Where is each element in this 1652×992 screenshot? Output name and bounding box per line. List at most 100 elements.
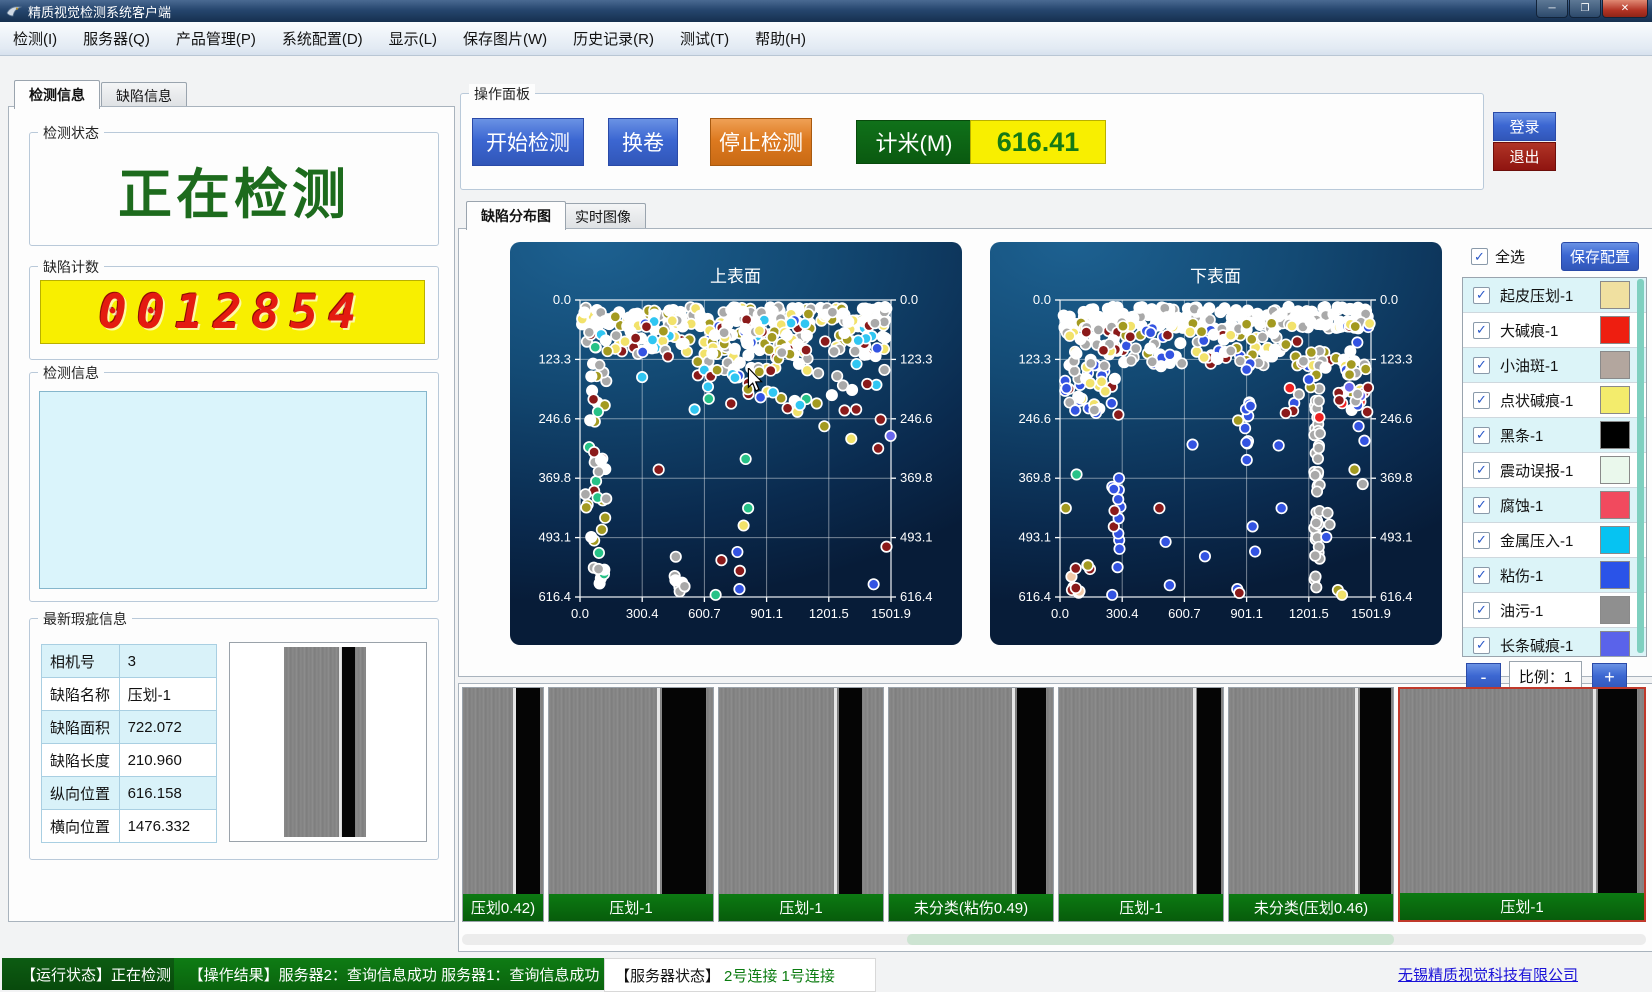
legend-color-swatch[interactable] xyxy=(1600,596,1630,624)
legend-item[interactable]: ✓黑条-1 xyxy=(1463,418,1646,453)
close-button[interactable]: ✕ xyxy=(1602,0,1648,18)
thumbnail-label: 压划-1 xyxy=(1059,894,1223,921)
legend-color-swatch[interactable] xyxy=(1600,316,1630,344)
svg-text:369.8: 369.8 xyxy=(1380,470,1413,485)
legend-checkbox[interactable]: ✓ xyxy=(1473,427,1490,444)
tab-live-image[interactable]: 实时图像 xyxy=(560,203,646,230)
thumbnail-label: 压划0.42) xyxy=(463,894,543,921)
legend-checkbox[interactable]: ✓ xyxy=(1473,567,1490,584)
menu-item[interactable]: 历史记录(R) xyxy=(560,22,667,55)
legend-color-swatch[interactable] xyxy=(1600,456,1630,484)
menu-item[interactable]: 检测(I) xyxy=(0,22,70,55)
legend-checkbox[interactable]: ✓ xyxy=(1473,532,1490,549)
menu-item[interactable]: 保存图片(W) xyxy=(450,22,560,55)
svg-text:1501.9: 1501.9 xyxy=(1351,606,1391,621)
thumbnail-black-band xyxy=(1360,688,1391,894)
legend-item[interactable]: ✓ 大碱痕-1 xyxy=(1463,313,1646,348)
defect-white-line xyxy=(339,647,342,837)
legend-item[interactable]: ✓起皮压划-1 xyxy=(1463,278,1646,313)
meter-value: 616.41 xyxy=(970,120,1106,164)
legend-item[interactable]: ✓长条碱痕-1 xyxy=(1463,628,1646,657)
defect-thumbnail[interactable]: 未分类(压划0.46) xyxy=(1228,687,1394,922)
defect-thumbnail[interactable]: 压划0.42) xyxy=(462,687,544,922)
legend-color-swatch[interactable] xyxy=(1600,491,1630,519)
minimize-button[interactable]: ─ xyxy=(1536,0,1568,18)
legend-color-swatch[interactable] xyxy=(1600,631,1630,657)
stop-detect-button[interactable]: 停止检测 xyxy=(710,118,812,166)
legend-checkbox[interactable]: ✓ xyxy=(1473,392,1490,409)
thumbnail-image xyxy=(889,688,1053,894)
thumbnail-white-line xyxy=(513,688,516,894)
menu-item[interactable]: 测试(T) xyxy=(667,22,742,55)
status-run: 【运行状态】正在检测 xyxy=(2,958,190,990)
svg-text:0.0: 0.0 xyxy=(1033,292,1051,307)
defect-count-display: 0012854 xyxy=(40,280,425,344)
chart-title: 下表面 xyxy=(1190,267,1241,286)
legend-item[interactable]: ✓油污-1 xyxy=(1463,593,1646,628)
legend-checkbox[interactable]: ✓ xyxy=(1473,497,1490,514)
legend-item[interactable]: ✓震动误报-1 xyxy=(1463,453,1646,488)
legend-checkbox[interactable]: ✓ xyxy=(1473,322,1490,339)
status-server-value: 2号连接 1号连接 xyxy=(724,965,835,986)
defect-thumbnail[interactable]: 压划-1 xyxy=(718,687,884,922)
svg-text:493.1: 493.1 xyxy=(900,530,933,545)
thumbnail-image xyxy=(1229,688,1393,894)
select-all-row[interactable]: ✓ 全选 xyxy=(1471,246,1525,267)
company-link[interactable]: 无锡精质视觉科技有限公司 xyxy=(1398,964,1578,985)
logout-button[interactable]: 退出 xyxy=(1493,142,1556,171)
menu-item[interactable]: 帮助(H) xyxy=(742,22,819,55)
change-roll-button[interactable]: 换卷 xyxy=(608,118,678,166)
menu-item[interactable]: 显示(L) xyxy=(376,22,450,55)
legend-item[interactable]: ✓粘伤-1 xyxy=(1463,558,1646,593)
thumbnail-scroll-track[interactable] xyxy=(462,934,1646,945)
menu-item[interactable]: 产品管理(P) xyxy=(163,22,269,55)
legend-item[interactable]: ✓金属压入-1 xyxy=(1463,523,1646,558)
menu-item[interactable]: 系统配置(D) xyxy=(269,22,376,55)
legend-color-swatch[interactable] xyxy=(1600,351,1630,379)
svg-text:901.1: 901.1 xyxy=(750,606,783,621)
tab-defect-map[interactable]: 缺陷分布图 xyxy=(466,201,566,230)
legend-color-swatch[interactable] xyxy=(1600,561,1630,589)
scatter-plot: 0.0300.4600.7901.11201.51501.90.00.0123.… xyxy=(510,242,962,645)
legend-checkbox[interactable]: ✓ xyxy=(1473,287,1490,304)
meter-label: 计米(M) xyxy=(856,120,972,164)
login-button[interactable]: 登录 xyxy=(1493,112,1556,141)
menu-item[interactable]: 服务器(Q) xyxy=(70,22,163,55)
legend-checkbox[interactable]: ✓ xyxy=(1473,637,1490,654)
scatter-plot: 0.0300.4600.7901.11201.51501.90.00.0123.… xyxy=(990,242,1442,645)
legend-label: 大碱痕-1 xyxy=(1500,320,1558,341)
legend-color-swatch[interactable] xyxy=(1600,281,1630,309)
svg-text:246.6: 246.6 xyxy=(1380,411,1413,426)
legend-color-swatch[interactable] xyxy=(1600,526,1630,554)
chart-bottom-surface: 0.0300.4600.7901.11201.51501.90.00.0123.… xyxy=(990,242,1442,645)
select-all-checkbox[interactable]: ✓ xyxy=(1471,248,1488,265)
defect-thumbnail[interactable]: 压划-1 xyxy=(1398,687,1646,922)
cell-value: 210.960 xyxy=(119,744,216,777)
legend-checkbox[interactable]: ✓ xyxy=(1473,602,1490,619)
legend-checkbox[interactable]: ✓ xyxy=(1473,462,1490,479)
legend-item[interactable]: ✓腐蚀-1 xyxy=(1463,488,1646,523)
table-row: 横向位置1476.332 xyxy=(42,810,217,843)
tab-defect-info[interactable]: 缺陷信息 xyxy=(101,82,187,109)
detect-info-box xyxy=(39,391,427,589)
legend-item[interactable]: ✓点状碱痕-1 xyxy=(1463,383,1646,418)
thumbnail-black-band xyxy=(839,688,862,894)
legend-color-swatch[interactable] xyxy=(1600,421,1630,449)
legend-checkbox[interactable]: ✓ xyxy=(1473,357,1490,374)
svg-text:300.4: 300.4 xyxy=(1106,606,1139,621)
tab-detect-info[interactable]: 检测信息 xyxy=(14,80,100,109)
svg-text:246.6: 246.6 xyxy=(1018,411,1051,426)
thumbnail-image xyxy=(719,688,883,894)
save-config-button[interactable]: 保存配置 xyxy=(1561,242,1639,271)
svg-text:493.1: 493.1 xyxy=(1380,530,1413,545)
thumbnail-scroll-thumb[interactable] xyxy=(907,934,1394,945)
legend-scrollbar[interactable] xyxy=(1637,279,1644,653)
restore-button[interactable]: ❐ xyxy=(1569,0,1601,18)
defect-thumbnail[interactable]: 压划-1 xyxy=(548,687,714,922)
window-title: 精质视觉检测系统客户端 xyxy=(28,2,171,21)
legend-color-swatch[interactable] xyxy=(1600,386,1630,414)
legend-item[interactable]: ✓小油斑-1 xyxy=(1463,348,1646,383)
defect-thumbnail[interactable]: 未分类(粘伤0.49) xyxy=(888,687,1054,922)
start-detect-button[interactable]: 开始检测 xyxy=(472,118,584,166)
defect-thumbnail[interactable]: 压划-1 xyxy=(1058,687,1224,922)
